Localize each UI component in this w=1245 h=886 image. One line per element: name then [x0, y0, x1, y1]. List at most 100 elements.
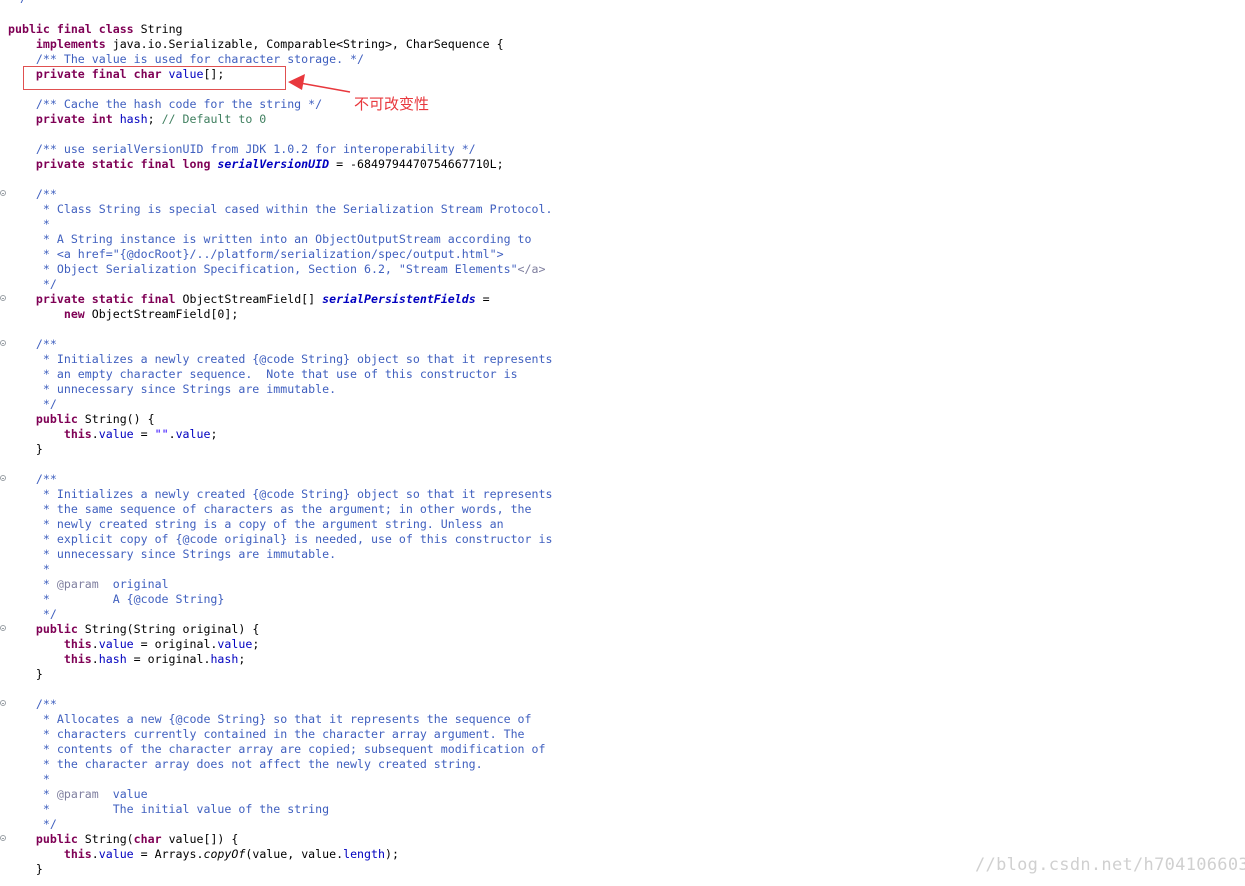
arrow-icon — [288, 74, 351, 93]
javadoc-text: * contents of the character array are co… — [35, 742, 546, 756]
watermark: //blog.csdn.net/h704106603 — [975, 855, 1245, 875]
javadoc-text: * Initializes a newly created {@code Str… — [35, 487, 553, 501]
javadoc-comment: /** The value is used for character stor… — [35, 52, 364, 66]
code-line-comment: /** use serialVersionUID from JDK 1.0.2 … — [8, 142, 476, 157]
code-line-uid-decl: private static final long serialVersionU… — [8, 157, 504, 172]
javadoc-line: * the same sequence of characters as the… — [8, 502, 532, 517]
code-line-spf-init: new ObjectStreamField[0]; — [8, 307, 239, 322]
javadoc-text: * — [35, 217, 50, 231]
javadoc-text: * the character array does not affect th… — [35, 757, 483, 771]
code-line-ctor2-body: this.value = original.value; — [8, 637, 259, 652]
class-name: String — [140, 22, 183, 36]
javadoc-line: * A String instance is written into an O… — [8, 232, 532, 247]
keyword: private static final — [35, 292, 176, 306]
javadoc-text: * an empty character sequence. Note that… — [35, 367, 518, 381]
keyword: public — [8, 22, 50, 36]
code-text: } — [35, 442, 43, 456]
javadoc-line: * A {@code String} — [8, 592, 225, 607]
fold-marker[interactable] — [0, 475, 6, 481]
highlight-box — [23, 66, 286, 90]
field-name: value — [98, 427, 134, 441]
code-text: . — [91, 652, 99, 666]
javadoc-line: * unnecessary since Strings are immutabl… — [8, 382, 336, 397]
javadoc-text: * — [35, 562, 50, 576]
javadoc-tag: @param — [56, 577, 99, 591]
code-line-ctor1-body: this.value = "".value; — [8, 427, 218, 442]
fold-marker[interactable] — [0, 625, 6, 631]
keyword: private int — [35, 112, 113, 126]
keyword: final — [56, 22, 92, 36]
code-fragment: / — [20, 0, 27, 6]
javadoc-line: /** — [8, 697, 57, 712]
keyword: public — [35, 622, 78, 636]
code-text: String(String original) { — [84, 622, 260, 636]
code-line-ctor1: public String() { — [8, 412, 155, 427]
code-editor[interactable]: / public final class String implements j… — [0, 0, 1245, 886]
javadoc-line: /** — [8, 187, 57, 202]
code-text: ; — [238, 652, 246, 666]
javadoc-text: * A String instance is written into an O… — [35, 232, 532, 246]
line-comment: // Default to 0 — [161, 112, 267, 126]
javadoc-line: * contents of the character array are co… — [8, 742, 546, 757]
javadoc-line: */ — [8, 607, 57, 622]
javadoc-line: */ — [8, 397, 57, 412]
code-text: String() { — [84, 412, 155, 426]
fold-marker[interactable] — [0, 340, 6, 346]
code-text: } — [35, 667, 43, 681]
fold-marker[interactable] — [0, 835, 6, 841]
code-text: . — [168, 427, 176, 441]
javadoc-text: * Class String is special cased within t… — [35, 202, 553, 216]
javadoc-line: * Initializes a newly created {@code Str… — [8, 487, 553, 502]
javadoc-text: */ — [35, 397, 57, 411]
javadoc-line: */ — [8, 817, 57, 832]
code-line-ctor2: public String(String original) { — [8, 622, 259, 637]
field-name: value — [175, 427, 211, 441]
code-text: = — [133, 427, 155, 441]
javadoc-line: * — [8, 772, 50, 787]
fold-marker[interactable] — [0, 700, 6, 706]
javadoc-text: * The initial value of the string — [35, 802, 330, 816]
javadoc-line: * Allocates a new {@code String} so that… — [8, 712, 532, 727]
static-field-name: serialVersionUID — [217, 157, 330, 171]
javadoc-line: * explicit copy of {@code original} is n… — [8, 532, 553, 547]
javadoc-line: * — [8, 217, 50, 232]
code-line-implements: implements java.io.Serializable, Compara… — [8, 37, 504, 52]
javadoc-text: */ — [35, 277, 57, 291]
code-line-ctor3: public String(char value[]) { — [8, 832, 238, 847]
keyword: public — [35, 832, 78, 846]
javadoc-text: * characters currently contained in the … — [35, 727, 525, 741]
field-name: length — [343, 847, 385, 861]
javadoc-text: * explicit copy of {@code original} is n… — [35, 532, 553, 546]
javadoc-line: * — [8, 562, 50, 577]
code-text: . — [91, 427, 99, 441]
method-name: copyOf — [203, 847, 246, 861]
interfaces: java.io.Serializable, Comparable<String>… — [112, 37, 504, 51]
javadoc-line: * @param original — [8, 577, 169, 591]
keyword: private static final long — [35, 157, 211, 171]
javadoc-text: * Allocates a new {@code String} so that… — [35, 712, 532, 726]
javadoc-line: /** — [8, 337, 57, 352]
javadoc-text: * Object Serialization Specification, Se… — [35, 262, 518, 276]
javadoc-text: value — [98, 787, 148, 801]
fold-marker[interactable] — [0, 295, 6, 301]
javadoc-text: /** — [35, 187, 57, 201]
keyword: this — [63, 652, 92, 666]
field-name: value — [217, 637, 253, 651]
javadoc-text: * — [35, 772, 50, 786]
field-name: value — [98, 637, 134, 651]
javadoc-text: original — [98, 577, 169, 591]
code-text: = original. — [126, 652, 211, 666]
keyword: this — [63, 427, 92, 441]
code-text: (value, value. — [245, 847, 344, 861]
javadoc-line: * characters currently contained in the … — [8, 727, 525, 742]
static-field-name: serialPersistentFields — [322, 292, 476, 306]
code-line-comment: /** The value is used for character stor… — [8, 52, 364, 67]
code-text: . — [91, 847, 99, 861]
code-text: ; — [147, 112, 155, 126]
javadoc-text: * the same sequence of characters as the… — [35, 502, 532, 516]
string-literal: "" — [154, 427, 169, 441]
javadoc-text: * Initializes a newly created {@code Str… — [35, 352, 553, 366]
field-name: value — [98, 847, 134, 861]
javadoc-text: /** — [35, 337, 57, 351]
fold-marker[interactable] — [0, 190, 6, 196]
